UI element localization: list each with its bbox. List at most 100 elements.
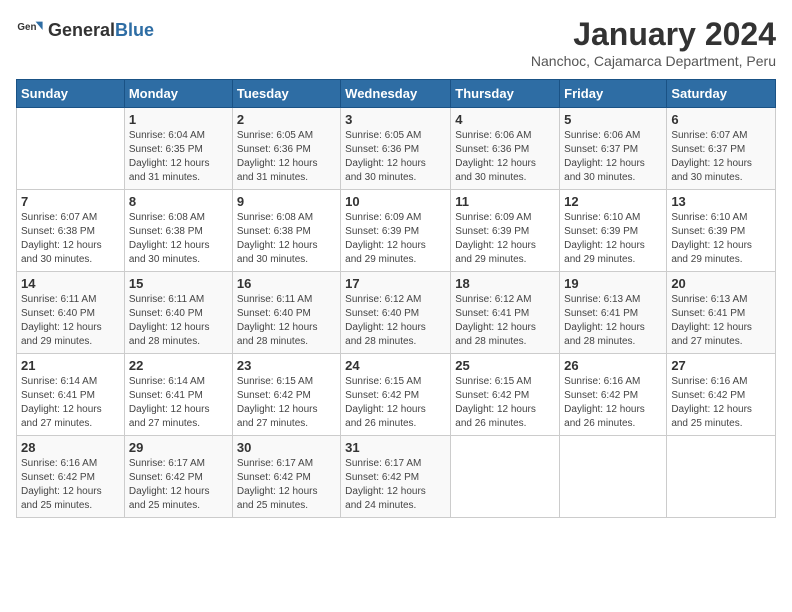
calendar-cell: 24Sunrise: 6:15 AM Sunset: 6:42 PM Dayli…: [341, 354, 451, 436]
title-block: January 2024 Nanchoc, Cajamarca Departme…: [531, 16, 776, 69]
calendar-cell: 23Sunrise: 6:15 AM Sunset: 6:42 PM Dayli…: [232, 354, 340, 436]
page-header: Gen GeneralBlue January 2024 Nanchoc, Ca…: [16, 16, 776, 69]
calendar-cell: 4Sunrise: 6:06 AM Sunset: 6:36 PM Daylig…: [451, 108, 560, 190]
calendar-cell: 7 Sunrise: 6:07 AM Sunset: 6:38 PM Daylig…: [17, 190, 125, 272]
day-detail: Sunrise: 6:15 AM Sunset: 6:42 PM Dayligh…: [237, 375, 336, 431]
calendar-table: SundayMondayTuesdayWednesdayThursdayFrid…: [16, 79, 776, 518]
calendar-cell: 21Sunrise: 6:14 AM Sunset: 6:41 PM Dayli…: [17, 354, 125, 436]
day-detail: Sunrise: 6:16 AM Sunset: 6:42 PM Dayligh…: [564, 375, 662, 431]
day-header-tuesday: Tuesday: [232, 80, 340, 108]
day-number: 18: [455, 276, 555, 291]
day-detail: Sunrise: 6:08 AM Sunset: 6:38 PM Dayligh…: [237, 211, 336, 267]
calendar-cell: [451, 436, 560, 518]
day-number: 30: [237, 440, 336, 455]
day-number: 10: [345, 194, 446, 209]
day-detail: Sunrise: 6:17 AM Sunset: 6:42 PM Dayligh…: [237, 457, 336, 513]
calendar-cell: [667, 436, 776, 518]
day-detail: Sunrise: 6:07 AM Sunset: 6:37 PM Dayligh…: [671, 129, 771, 185]
calendar-body: 1 Sunrise: 6:04 AM Sunset: 6:35 PM Daylig…: [17, 108, 776, 518]
calendar-cell: 25 Sunrise: 6:15 AM Sunset: 6:42 PM Dayli…: [451, 354, 560, 436]
day-header-sunday: Sunday: [17, 80, 125, 108]
day-number: 16: [237, 276, 336, 291]
day-detail: Sunrise: 6:11 AM Sunset: 6:40 PM Dayligh…: [129, 293, 228, 349]
day-detail: Sunrise: 6:10 AM Sunset: 6:39 PM Dayligh…: [564, 211, 662, 267]
logo-text-blue: Blue: [115, 20, 154, 40]
calendar-cell: 14 Sunrise: 6:11 AM Sunset: 6:40 PM Dayli…: [17, 272, 125, 354]
day-header-wednesday: Wednesday: [341, 80, 451, 108]
day-header-saturday: Saturday: [667, 80, 776, 108]
day-detail: Sunrise: 6:15 AM Sunset: 6:42 PM Dayligh…: [455, 375, 555, 431]
month-title: January 2024: [531, 16, 776, 53]
day-detail: Sunrise: 6:17 AM Sunset: 6:42 PM Dayligh…: [129, 457, 228, 513]
day-detail: Sunrise: 6:05 AM Sunset: 6:36 PM Dayligh…: [345, 129, 446, 185]
day-detail: Sunrise: 6:04 AM Sunset: 6:35 PM Dayligh…: [129, 129, 228, 185]
day-number: 1: [129, 112, 228, 127]
day-header-thursday: Thursday: [451, 80, 560, 108]
calendar-cell: 5 Sunrise: 6:06 AM Sunset: 6:37 PM Daylig…: [560, 108, 667, 190]
calendar-cell: 30 Sunrise: 6:17 AM Sunset: 6:42 PM Dayli…: [232, 436, 340, 518]
day-number: 6: [671, 112, 771, 127]
calendar-cell: 18Sunrise: 6:12 AM Sunset: 6:41 PM Dayli…: [451, 272, 560, 354]
day-number: 29: [129, 440, 228, 455]
calendar-week-row: 28 Sunrise: 6:16 AM Sunset: 6:42 PM Dayli…: [17, 436, 776, 518]
day-number: 17: [345, 276, 446, 291]
location-subtitle: Nanchoc, Cajamarca Department, Peru: [531, 53, 776, 69]
calendar-cell: 27 Sunrise: 6:16 AM Sunset: 6:42 PM Dayli…: [667, 354, 776, 436]
calendar-cell: 29 Sunrise: 6:17 AM Sunset: 6:42 PM Dayli…: [124, 436, 232, 518]
calendar-cell: 13Sunrise: 6:10 AM Sunset: 6:39 PM Dayli…: [667, 190, 776, 272]
calendar-cell: 26 Sunrise: 6:16 AM Sunset: 6:42 PM Dayli…: [560, 354, 667, 436]
logo: Gen GeneralBlue: [16, 16, 154, 44]
day-number: 4: [455, 112, 555, 127]
day-number: 26: [564, 358, 662, 373]
day-number: 5: [564, 112, 662, 127]
day-number: 8: [129, 194, 228, 209]
calendar-cell: 11 Sunrise: 6:09 AM Sunset: 6:39 PM Dayli…: [451, 190, 560, 272]
day-detail: Sunrise: 6:14 AM Sunset: 6:41 PM Dayligh…: [129, 375, 228, 431]
day-detail: Sunrise: 6:09 AM Sunset: 6:39 PM Dayligh…: [345, 211, 446, 267]
calendar-header-row: SundayMondayTuesdayWednesdayThursdayFrid…: [17, 80, 776, 108]
day-detail: Sunrise: 6:11 AM Sunset: 6:40 PM Dayligh…: [21, 293, 120, 349]
day-detail: Sunrise: 6:06 AM Sunset: 6:37 PM Dayligh…: [564, 129, 662, 185]
calendar-cell: 6 Sunrise: 6:07 AM Sunset: 6:37 PM Daylig…: [667, 108, 776, 190]
day-detail: Sunrise: 6:17 AM Sunset: 6:42 PM Dayligh…: [345, 457, 446, 513]
calendar-cell: 12 Sunrise: 6:10 AM Sunset: 6:39 PM Dayli…: [560, 190, 667, 272]
calendar-cell: [560, 436, 667, 518]
calendar-cell: 28 Sunrise: 6:16 AM Sunset: 6:42 PM Dayli…: [17, 436, 125, 518]
day-number: 3: [345, 112, 446, 127]
calendar-cell: 31 Sunrise: 6:17 AM Sunset: 6:42 PM Dayli…: [341, 436, 451, 518]
day-number: 28: [21, 440, 120, 455]
day-detail: Sunrise: 6:05 AM Sunset: 6:36 PM Dayligh…: [237, 129, 336, 185]
day-number: 7: [21, 194, 120, 209]
day-detail: Sunrise: 6:14 AM Sunset: 6:41 PM Dayligh…: [21, 375, 120, 431]
calendar-cell: 17Sunrise: 6:12 AM Sunset: 6:40 PM Dayli…: [341, 272, 451, 354]
calendar-cell: [17, 108, 125, 190]
calendar-cell: 9 Sunrise: 6:08 AM Sunset: 6:38 PM Daylig…: [232, 190, 340, 272]
day-detail: Sunrise: 6:16 AM Sunset: 6:42 PM Dayligh…: [671, 375, 771, 431]
calendar-cell: 20Sunrise: 6:13 AM Sunset: 6:41 PM Dayli…: [667, 272, 776, 354]
day-detail: Sunrise: 6:09 AM Sunset: 6:39 PM Dayligh…: [455, 211, 555, 267]
day-number: 24: [345, 358, 446, 373]
calendar-cell: 8 Sunrise: 6:08 AM Sunset: 6:38 PM Daylig…: [124, 190, 232, 272]
day-number: 25: [455, 358, 555, 373]
calendar-week-row: 7 Sunrise: 6:07 AM Sunset: 6:38 PM Daylig…: [17, 190, 776, 272]
day-number: 31: [345, 440, 446, 455]
day-detail: Sunrise: 6:11 AM Sunset: 6:40 PM Dayligh…: [237, 293, 336, 349]
day-number: 12: [564, 194, 662, 209]
day-header-monday: Monday: [124, 80, 232, 108]
day-detail: Sunrise: 6:08 AM Sunset: 6:38 PM Dayligh…: [129, 211, 228, 267]
day-number: 11: [455, 194, 555, 209]
calendar-cell: 10 Sunrise: 6:09 AM Sunset: 6:39 PM Dayli…: [341, 190, 451, 272]
day-number: 20: [671, 276, 771, 291]
day-number: 9: [237, 194, 336, 209]
day-number: 19: [564, 276, 662, 291]
day-detail: Sunrise: 6:07 AM Sunset: 6:38 PM Dayligh…: [21, 211, 120, 267]
day-header-friday: Friday: [560, 80, 667, 108]
calendar-cell: 2Sunrise: 6:05 AM Sunset: 6:36 PM Daylig…: [232, 108, 340, 190]
day-number: 14: [21, 276, 120, 291]
calendar-cell: 16 Sunrise: 6:11 AM Sunset: 6:40 PM Dayli…: [232, 272, 340, 354]
day-number: 27: [671, 358, 771, 373]
calendar-cell: 22 Sunrise: 6:14 AM Sunset: 6:41 PM Dayli…: [124, 354, 232, 436]
calendar-cell: 19Sunrise: 6:13 AM Sunset: 6:41 PM Dayli…: [560, 272, 667, 354]
day-detail: Sunrise: 6:16 AM Sunset: 6:42 PM Dayligh…: [21, 457, 120, 513]
day-number: 22: [129, 358, 228, 373]
